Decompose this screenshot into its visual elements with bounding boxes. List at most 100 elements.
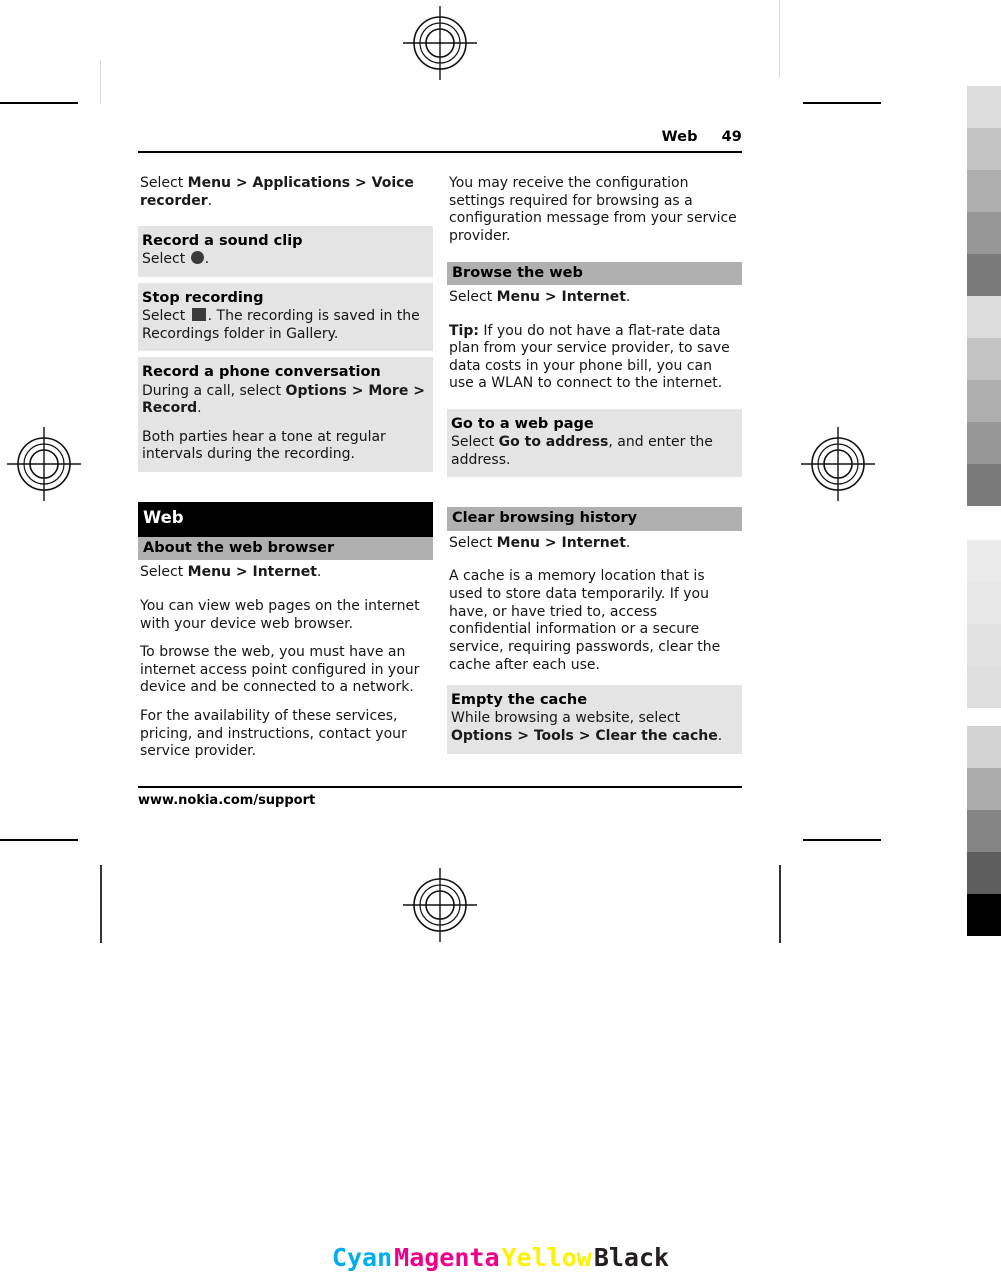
cmyk-label-black: Black — [593, 1243, 670, 1272]
cmyk-label-magenta: Magenta — [394, 1243, 500, 1272]
go-to-web-page-block: Go to a web page Select Go to address, a… — [447, 409, 742, 478]
menu-path-menu: Menu — [496, 534, 541, 551]
gray-scale-bar-bottom — [967, 726, 1001, 936]
browse-the-web-path: Select Menu > Internet. — [449, 289, 740, 307]
footer-divider — [138, 786, 742, 788]
gray-swatch — [967, 170, 1001, 212]
registration-mark-right — [801, 427, 875, 501]
menu-path-internet: Internet — [252, 564, 317, 581]
gray-swatch — [967, 212, 1001, 254]
voice-recorder-intro-text: Select Menu > Applications > Voice recor… — [140, 175, 431, 210]
about-web-browser-select: Select Menu > Internet. — [138, 560, 433, 582]
menu-path-options: Options — [451, 727, 513, 744]
about-web-browser-paragraphs: You can view web pages on the internet w… — [138, 598, 433, 761]
tip-block: Tip: If you do not have a flat-rate data… — [447, 323, 742, 394]
clear-browsing-history-path: Select Menu > Internet. — [449, 535, 740, 553]
empty-the-cache-heading: Empty the cache — [451, 692, 588, 709]
cmyk-label-yellow: Yellow — [501, 1243, 592, 1272]
footer-url: www.nokia.com/support — [138, 793, 316, 808]
browse-the-web-heading: Browse the web — [447, 261, 742, 285]
gray-scale-bar-faint — [967, 540, 1001, 708]
record-phone-conversation-block: Record a phone conversation During a cal… — [138, 357, 433, 472]
crop-mark-bottom-left-vertical — [100, 865, 102, 943]
path-separator: > — [408, 382, 425, 399]
cache-paragraph: A cache is a memory location that is use… — [449, 568, 721, 673]
cmyk-color-strip: CyanMagentaYellowBlack — [0, 1243, 1001, 1272]
right-column: You may receive the configuration settin… — [447, 175, 742, 761]
gray-swatch — [967, 726, 1001, 768]
record-phone-conversation-heading: Record a phone conversation — [142, 364, 381, 381]
header-divider — [138, 151, 742, 153]
stop-recording-block: Stop recording Select . The recording is… — [138, 283, 433, 352]
gray-swatch — [967, 852, 1001, 894]
go-to-web-page-text: Select Go to address, and enter the addr… — [451, 434, 738, 469]
tip-label: Tip: — [449, 322, 479, 339]
path-separator: > — [540, 534, 562, 551]
gray-swatch — [967, 894, 1001, 936]
gray-swatch — [967, 582, 1001, 624]
gray-swatch — [967, 624, 1001, 666]
left-column: Select Menu > Applications > Voice recor… — [138, 175, 433, 761]
menu-path-internet: Internet — [561, 534, 626, 551]
period: . — [717, 727, 723, 744]
paragraph: For the availability of these services, … — [140, 708, 407, 760]
stop-recording-text: Select . The recording is saved in the R… — [142, 308, 429, 343]
gray-swatch — [967, 86, 1001, 128]
manual-page: Web 49 Select Menu > Applications > Voice… — [100, 103, 780, 840]
menu-path-tools: Tools — [533, 727, 574, 744]
select-word: Select — [140, 564, 188, 581]
during-call-text: During a call, select — [142, 382, 286, 399]
record-sound-clip-text: Select . — [142, 251, 429, 269]
paragraph: You can view web pages on the internet w… — [140, 597, 420, 632]
menu-path-menu: Menu — [187, 175, 232, 191]
go-to-web-page-heading: Go to a web page — [451, 416, 594, 433]
select-word: Select — [449, 288, 497, 305]
page-number: 49 — [721, 129, 742, 145]
about-web-browser-heading: About the web browser — [138, 536, 433, 561]
page-header-title: Web — [661, 129, 698, 145]
page-header: Web 49 — [138, 129, 742, 145]
gray-scale-bar-middle — [967, 296, 1001, 506]
gray-swatch — [967, 422, 1001, 464]
registration-mark-left — [7, 427, 81, 501]
crop-mark-bottom-right-horizontal — [803, 839, 881, 841]
crop-mark-bottom-left-horizontal — [0, 839, 78, 841]
period: . — [197, 400, 202, 417]
stop-recording-heading: Stop recording — [142, 290, 264, 306]
registration-mark-top — [403, 6, 477, 80]
period: . — [625, 288, 631, 305]
period: . — [207, 192, 213, 209]
crop-mark-top-left-horizontal — [0, 102, 78, 104]
path-separator: > — [231, 175, 253, 191]
while-browsing-text: While browsing a website, select — [451, 710, 681, 727]
gray-swatch — [967, 540, 1001, 582]
path-separator: > — [540, 288, 562, 305]
select-word: Select — [140, 175, 188, 191]
gray-swatch — [967, 296, 1001, 338]
menu-path-internet: Internet — [561, 288, 626, 305]
gray-swatch — [967, 338, 1001, 380]
cmyk-label-cyan: Cyan — [331, 1243, 393, 1272]
gray-swatch — [967, 810, 1001, 852]
select-word: Select — [451, 434, 499, 451]
configuration-paragraph: You may receive the configuration settin… — [449, 175, 737, 244]
record-sound-clip-block: Record a sound clip Select . — [138, 226, 433, 277]
path-separator: > — [346, 382, 369, 399]
clear-browsing-history-select: Select Menu > Internet. — [447, 531, 742, 553]
crop-mark-top-left-vertical — [100, 60, 101, 104]
clear-browsing-history-heading: Clear browsing history — [447, 507, 742, 531]
period: . — [204, 251, 210, 268]
empty-the-cache-block: Empty the cache While browsing a website… — [447, 685, 742, 754]
about-web-browser-path: Select Menu > Internet. — [140, 564, 431, 582]
record-button-icon — [190, 251, 204, 265]
tip-text: If you do not have a flat-rate data plan… — [449, 322, 730, 392]
period: . — [316, 564, 322, 581]
content-columns: Select Menu > Applications > Voice recor… — [138, 175, 742, 761]
gray-swatch — [967, 128, 1001, 170]
cache-explanation-block: A cache is a memory location that is use… — [447, 568, 742, 674]
